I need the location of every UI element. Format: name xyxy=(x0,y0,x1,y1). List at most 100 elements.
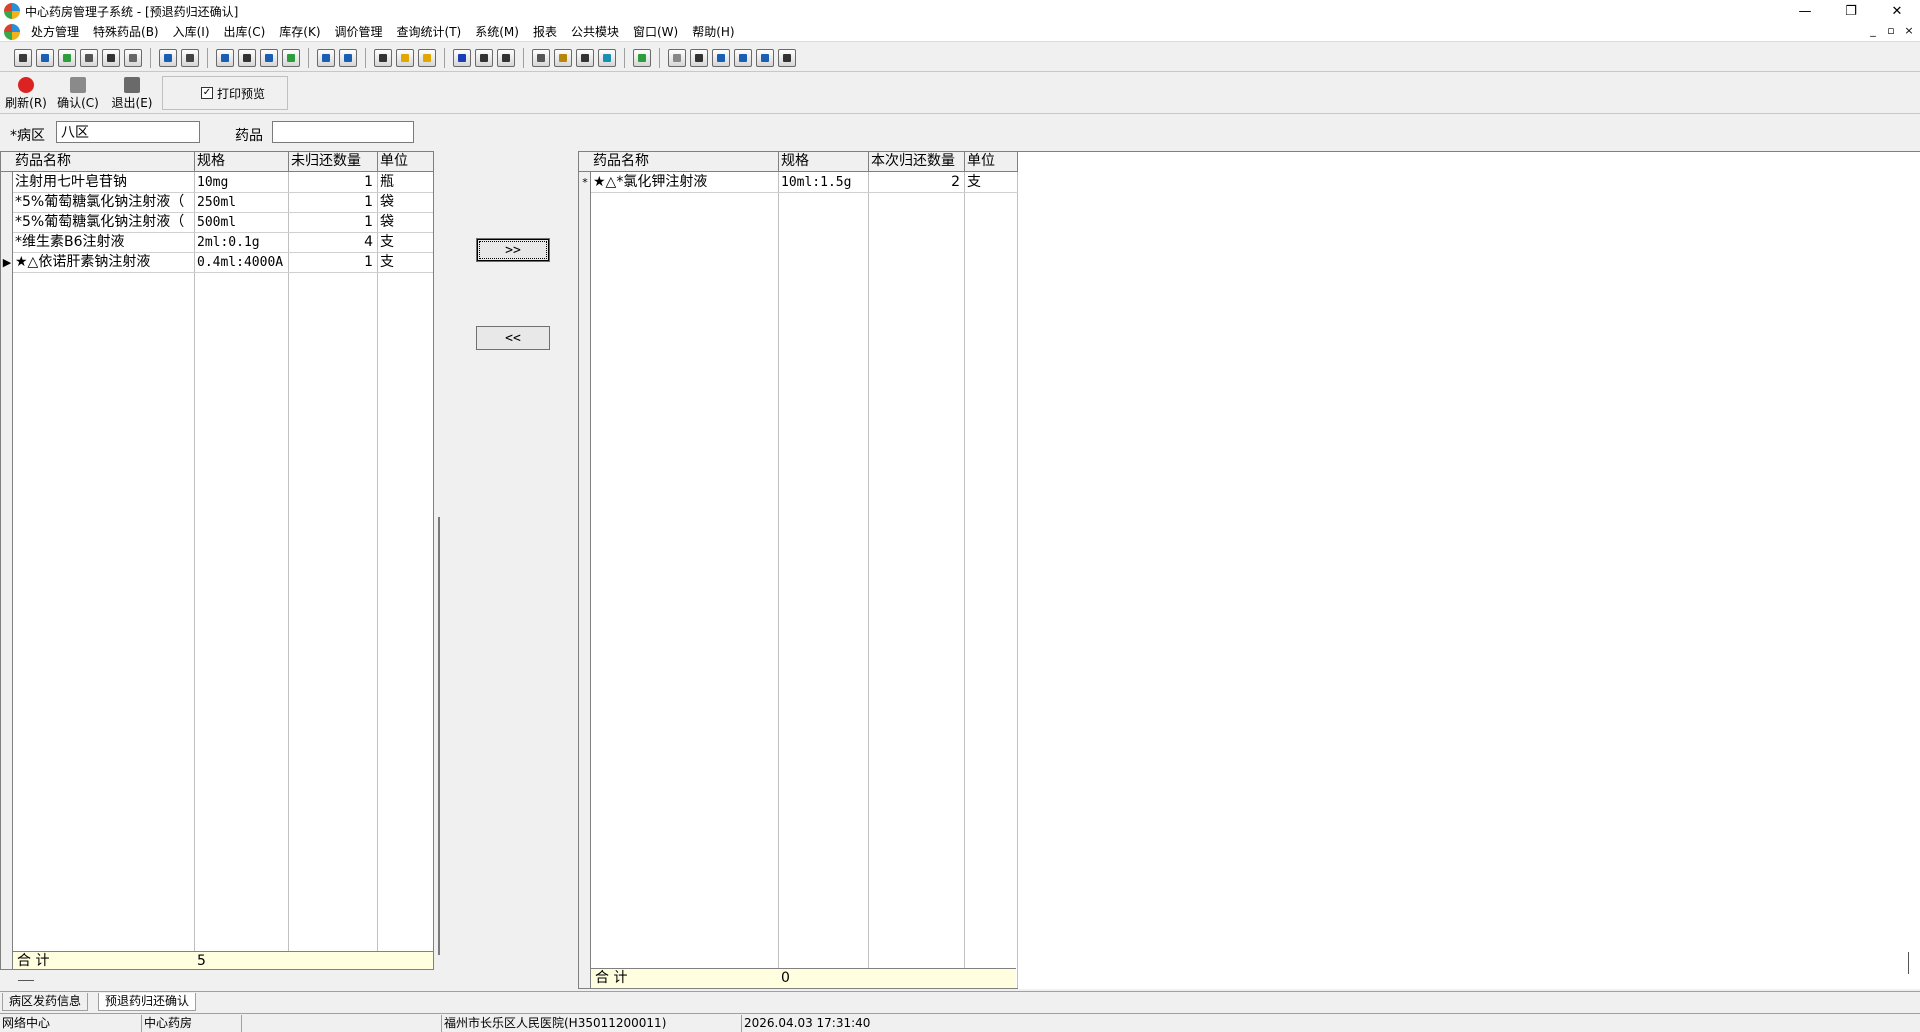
bell-icon[interactable] xyxy=(396,48,414,67)
cell-unreturned-qty[interactable]: 1 xyxy=(289,253,377,273)
table-row[interactable]: *5%葡萄糖氯化钠注射液（ 500ml 1 袋 xyxy=(13,213,433,233)
row-indicator[interactable]: * xyxy=(580,173,590,193)
cell-unit[interactable]: 支 xyxy=(378,233,433,253)
row-indicator[interactable]: ▶ xyxy=(2,253,12,273)
zoom-icon[interactable] xyxy=(576,48,594,67)
group-icon[interactable] xyxy=(497,48,515,67)
table-row[interactable]: *5%葡萄糖氯化钠注射液（ 250ml 1 袋 xyxy=(13,193,433,213)
document-icon[interactable] xyxy=(80,48,98,67)
table-row[interactable]: *维生素B6注射液 2ml:0.1g 4 支 xyxy=(13,233,433,253)
edit-doc-icon[interactable] xyxy=(756,48,774,67)
menu-system[interactable]: 系统(M) xyxy=(468,23,526,40)
menu-stock-out[interactable]: 出库(C) xyxy=(217,23,273,40)
table-row[interactable]: 注射用七叶皂苷钠 10mg 1 瓶 xyxy=(13,173,433,193)
row-indicator[interactable] xyxy=(2,233,12,253)
copy-icon[interactable] xyxy=(260,48,278,67)
cell-unit[interactable]: 袋 xyxy=(378,193,433,213)
row-indicator[interactable] xyxy=(2,173,12,193)
header-spec[interactable]: 规格 xyxy=(779,152,869,172)
cell-return-qty[interactable]: 2 xyxy=(869,173,964,193)
header-return-qty[interactable]: 本次归还数量 xyxy=(869,152,965,172)
move-left-button[interactable]: << xyxy=(476,326,550,350)
checklist-icon[interactable] xyxy=(238,48,256,67)
card-icon[interactable] xyxy=(181,48,199,67)
header-drug-name[interactable]: 药品名称 xyxy=(13,152,195,172)
menu-inventory[interactable]: 库存(K) xyxy=(272,23,327,40)
cell-unreturned-qty[interactable]: 1 xyxy=(289,213,377,233)
cell-spec[interactable]: 2ml:0.1g xyxy=(195,233,288,253)
note-icon[interactable] xyxy=(418,48,436,67)
mdi-close-button[interactable]: × xyxy=(1902,24,1916,37)
cell-unreturned-qty[interactable]: 1 xyxy=(289,173,377,193)
header-spec[interactable]: 规格 xyxy=(195,152,289,172)
folder-icon[interactable] xyxy=(532,48,550,67)
thermometer-icon[interactable] xyxy=(554,48,572,67)
header-unit[interactable]: 单位 xyxy=(378,152,433,172)
menu-reports[interactable]: 报表 xyxy=(526,23,564,40)
binoculars-icon[interactable] xyxy=(102,48,120,67)
header-unit[interactable]: 单位 xyxy=(965,152,1018,172)
report-icon[interactable] xyxy=(159,48,177,67)
mdi-logo-icon[interactable] xyxy=(4,23,20,40)
close-button[interactable]: ✕ xyxy=(1874,0,1920,22)
left-scrollbar[interactable] xyxy=(436,151,442,955)
refresh-button[interactable]: 刷新(R) xyxy=(2,77,50,111)
mdi-minimize-button[interactable]: _ xyxy=(1866,24,1880,37)
menu-help[interactable]: 帮助(H) xyxy=(685,23,741,40)
row-indicator[interactable] xyxy=(2,213,12,233)
right-scroll-indicator[interactable] xyxy=(1908,952,1909,974)
cell-unit[interactable]: 袋 xyxy=(378,213,433,233)
minimize-button[interactable]: — xyxy=(1782,0,1828,22)
cell-unreturned-qty[interactable]: 4 xyxy=(289,233,377,253)
cell-unit[interactable]: 支 xyxy=(965,173,1017,193)
mdi-restore-button[interactable]: ▫ xyxy=(1884,24,1898,37)
form-icon[interactable] xyxy=(317,48,335,67)
cascade-icon[interactable] xyxy=(734,48,752,67)
search-user-icon[interactable] xyxy=(475,48,493,67)
menu-stock-in[interactable]: 入库(I) xyxy=(166,23,217,40)
settings-icon[interactable] xyxy=(124,48,142,67)
left-drug-grid[interactable]: 药品名称 规格 未归还数量 单位 注射用七叶皂苷钠 10mg 1 瓶 *5%葡萄糖氯化钠… xyxy=(0,151,434,970)
table-row[interactable]: ★△依诺肝素钠注射液 0.4ml:4000A 1 支 xyxy=(13,253,433,273)
cell-drug-name[interactable]: 注射用七叶皂苷钠 xyxy=(13,173,194,193)
window-icon[interactable] xyxy=(712,48,730,67)
cell-unit[interactable]: 瓶 xyxy=(378,173,433,193)
cell-spec[interactable]: 500ml xyxy=(195,213,288,233)
checkbox-checked-icon[interactable]: ✓ xyxy=(201,87,213,99)
magnifier-icon[interactable] xyxy=(690,48,708,67)
drug-input[interactable] xyxy=(272,121,414,143)
print-preview-checkbox[interactable]: ✓ 打印预览 xyxy=(162,76,288,110)
cell-spec[interactable]: 0.4ml:4000A xyxy=(195,253,288,273)
menu-query-stats[interactable]: 查询统计(T) xyxy=(390,23,469,40)
confirm-button[interactable]: 确认(C) xyxy=(54,77,102,111)
cell-unit[interactable]: 支 xyxy=(378,253,433,273)
list-icon[interactable] xyxy=(216,48,234,67)
image-icon[interactable] xyxy=(339,48,357,67)
bottle-icon[interactable] xyxy=(36,48,54,67)
ward-input[interactable] xyxy=(56,121,200,143)
cell-spec[interactable]: 250ml xyxy=(195,193,288,213)
tab-pre-return-confirm[interactable]: 预退药归还确认 xyxy=(98,993,197,1011)
exit-button[interactable]: 退出(E) xyxy=(108,77,156,111)
excel-icon[interactable] xyxy=(598,48,616,67)
right-drug-grid[interactable]: 药品名称 规格 本次归还数量 单位 * ★△*氯化钾注射液 10ml:1.5g 2 支 … xyxy=(578,151,1018,989)
user-icon[interactable] xyxy=(453,48,471,67)
grid-icon[interactable] xyxy=(374,48,392,67)
menu-prescription[interactable]: 处方管理 xyxy=(24,23,86,40)
restore-button[interactable]: ❐ xyxy=(1828,0,1874,22)
header-drug-name[interactable]: 药品名称 xyxy=(591,152,779,172)
cell-drug-name[interactable]: ★△依诺肝素钠注射液 xyxy=(13,253,194,273)
cell-spec[interactable]: 10mg xyxy=(195,173,288,193)
cell-drug-name[interactable]: *维生素B6注射液 xyxy=(13,233,194,253)
move-right-button[interactable]: >> xyxy=(476,238,550,262)
print-icon[interactable] xyxy=(14,48,32,67)
cell-drug-name[interactable]: *5%葡萄糖氯化钠注射液（ xyxy=(13,213,194,233)
menu-special-drugs[interactable]: 特殊药品(B) xyxy=(86,23,166,40)
menu-window[interactable]: 窗口(W) xyxy=(626,23,685,40)
header-unreturned-qty[interactable]: 未归还数量 xyxy=(289,152,378,172)
exit-doc-icon[interactable] xyxy=(778,48,796,67)
table-row[interactable]: ★△*氯化钾注射液 10ml:1.5g 2 支 xyxy=(591,173,1018,193)
open-folder-icon[interactable] xyxy=(633,48,651,67)
menu-common-modules[interactable]: 公共模块 xyxy=(564,23,626,40)
tab-ward-dispense-info[interactable]: 病区发药信息 xyxy=(2,993,89,1011)
